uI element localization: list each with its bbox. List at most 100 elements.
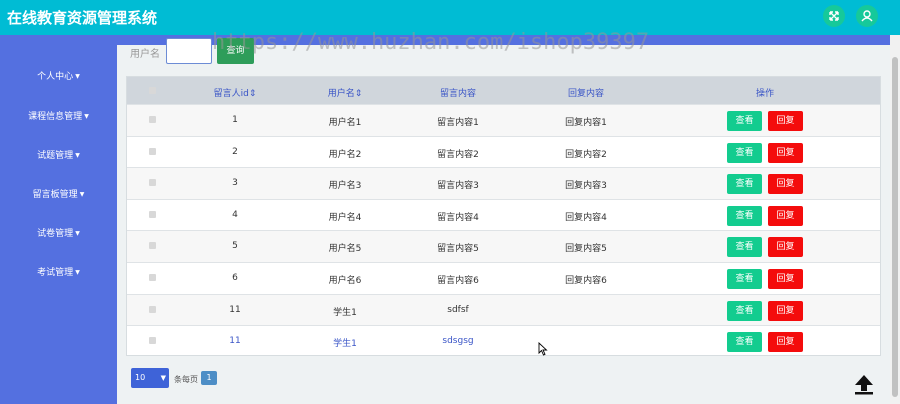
sidebar-item-papers[interactable]: 试卷管理 ▼ (0, 226, 117, 239)
view-button[interactable]: 查看 (727, 300, 762, 321)
cell-content: 留言内容1 (437, 118, 479, 128)
cell-reply: 回复内容3 (565, 181, 607, 192)
back-to-top-icon[interactable] (851, 372, 877, 396)
cell-username: 用户名1 (328, 118, 362, 128)
cell-reply: 回复内容6 (565, 276, 607, 286)
cell-username: 用户名2 (328, 149, 362, 160)
cell-username: 用户名5 (328, 244, 362, 255)
chevron-down-icon: ▼ (75, 73, 80, 80)
row-checkbox[interactable] (149, 274, 156, 281)
sidebar-item-personal-center[interactable]: 个人中心 ▼ (0, 69, 117, 82)
sidebar-item-label: 考试管理 (37, 268, 74, 278)
table-row: 11 学生1 sdfsf 查看 回复 (127, 293, 880, 326)
cell-username: 学生1 (333, 339, 357, 350)
sidebar-item-label: 个人中心 (37, 72, 74, 82)
reply-button[interactable]: 回复 (768, 269, 803, 289)
cell-reply: 回复内容5 (565, 244, 607, 255)
scroll-thumb[interactable] (892, 57, 898, 397)
app-title: 在线教育资源管理系统 (7, 9, 158, 27)
reply-button[interactable]: 回复 (768, 205, 803, 226)
sidebar-item-label: 课程信息管理 (28, 112, 83, 122)
view-button[interactable]: 查看 (727, 111, 762, 131)
reply-button[interactable]: 回复 (768, 142, 803, 163)
sidebar-item-label: 试题管理 (37, 151, 74, 161)
page-size-select[interactable]: 10 ▼ (131, 368, 169, 388)
sidebar-item-questions[interactable]: 试题管理 ▼ (0, 148, 117, 161)
row-checkbox[interactable] (149, 305, 156, 313)
cell-content: 留言内容4 (437, 212, 479, 223)
sidebar-item-label: 试卷管理 (37, 229, 74, 239)
cell-id: 3 (232, 178, 238, 189)
page-number-button[interactable]: 1 (201, 371, 217, 385)
cell-id: 2 (232, 146, 238, 157)
view-button[interactable]: 查看 (727, 142, 762, 163)
reply-button[interactable]: 回复 (768, 332, 803, 353)
table-row: 6 用户名6 留言内容6 回复内容6 查看 回复 (127, 262, 880, 294)
select-all-checkbox[interactable] (149, 87, 156, 94)
user-icon[interactable] (856, 5, 878, 27)
sidebar-item-message-board[interactable]: 留言板管理 ▼ (0, 187, 117, 200)
mouse-cursor-icon (538, 341, 548, 356)
cell-content: 留言内容6 (437, 276, 479, 286)
sidebar-item-exams[interactable]: 考试管理 ▼ (0, 265, 117, 278)
cell-reply: 回复内容2 (565, 149, 607, 160)
per-page-label: 条每页 (174, 375, 198, 384)
table-row: 5 用户名5 留言内容5 回复内容5 查看 回复 (127, 230, 880, 263)
cell-username: 学生1 (333, 307, 357, 318)
chevron-down-icon: ▼ (75, 269, 80, 276)
row-checkbox[interactable] (149, 337, 156, 345)
table-row: 2 用户名2 留言内容2 回复内容2 查看 回复 (127, 135, 880, 168)
row-checkbox[interactable] (149, 242, 156, 250)
cell-content: 留言内容5 (437, 244, 479, 255)
column-header-username[interactable]: 用户名⇕ (310, 86, 380, 99)
view-button[interactable]: 查看 (727, 205, 762, 226)
table-header: 留言人id⇕ 用户名⇕ 留言内容 回复内容 操作 (127, 77, 880, 104)
cell-id: 4 (232, 209, 238, 220)
view-button[interactable]: 查看 (727, 237, 762, 258)
column-header-reply: 回复内容 (567, 89, 604, 99)
column-header-content: 留言内容 (439, 89, 476, 99)
cell-username: 用户名4 (328, 212, 362, 223)
scrollbar[interactable] (890, 35, 900, 404)
row-checkbox[interactable] (149, 210, 156, 218)
view-button[interactable]: 查看 (727, 269, 762, 289)
chevron-down-icon: ▼ (75, 152, 80, 159)
row-checkbox[interactable] (149, 147, 156, 155)
reply-button[interactable]: 回复 (768, 237, 803, 258)
cell-username: 用户名6 (328, 276, 362, 286)
chevron-down-icon: ▼ (84, 113, 89, 120)
column-header-actions: 操作 (755, 89, 774, 99)
reply-button[interactable]: 回复 (768, 174, 803, 195)
table-row: 4 用户名4 留言内容4 回复内容4 查看 回复 (127, 198, 880, 231)
cell-id: 1 (232, 115, 238, 125)
table-row: 11 学生1 sdsgsg 查看 回复 (127, 325, 880, 357)
table-row: 3 用户名3 留言内容3 回复内容3 查看 回复 (127, 167, 880, 200)
sidebar-item-label: 留言板管理 (32, 190, 78, 200)
message-table: 留言人id⇕ 用户名⇕ 留言内容 回复内容 操作 1 用户名1 留言内容1 回复内容1… (126, 76, 881, 356)
cell-id: 5 (232, 241, 238, 252)
row-checkbox[interactable] (149, 116, 156, 123)
chevron-down-icon: ▼ (75, 230, 80, 237)
cell-id: 6 (232, 273, 238, 283)
cell-id: 11 (229, 304, 241, 315)
cell-content: sdfsf (447, 304, 469, 315)
fullscreen-icon[interactable] (823, 5, 845, 27)
search-button[interactable]: 查询 (217, 38, 254, 64)
search-input[interactable] (166, 38, 212, 64)
sidebar-item-course-info[interactable]: 课程信息管理 ▼ (0, 109, 117, 122)
chevron-down-icon: ▼ (79, 191, 85, 198)
top-bar: 在线教育资源管理系统 (0, 0, 900, 35)
reply-button[interactable]: 回复 (768, 111, 803, 131)
column-header-id[interactable]: 留言人id⇕ (200, 86, 270, 99)
search-label: 用户名 (130, 49, 160, 60)
view-button[interactable]: 查看 (727, 174, 762, 195)
cell-content: sdsgsg (442, 336, 474, 347)
cell-content: 留言内容3 (437, 181, 479, 192)
row-checkbox[interactable] (149, 179, 156, 187)
cell-reply: 回复内容1 (565, 118, 607, 128)
chevron-down-icon: ▼ (160, 374, 166, 382)
reply-button[interactable]: 回复 (768, 300, 803, 321)
view-button[interactable]: 查看 (727, 332, 762, 353)
cell-id: 11 (229, 336, 241, 347)
table-row: 1 用户名1 留言内容1 回复内容1 查看 回复 (127, 104, 880, 136)
